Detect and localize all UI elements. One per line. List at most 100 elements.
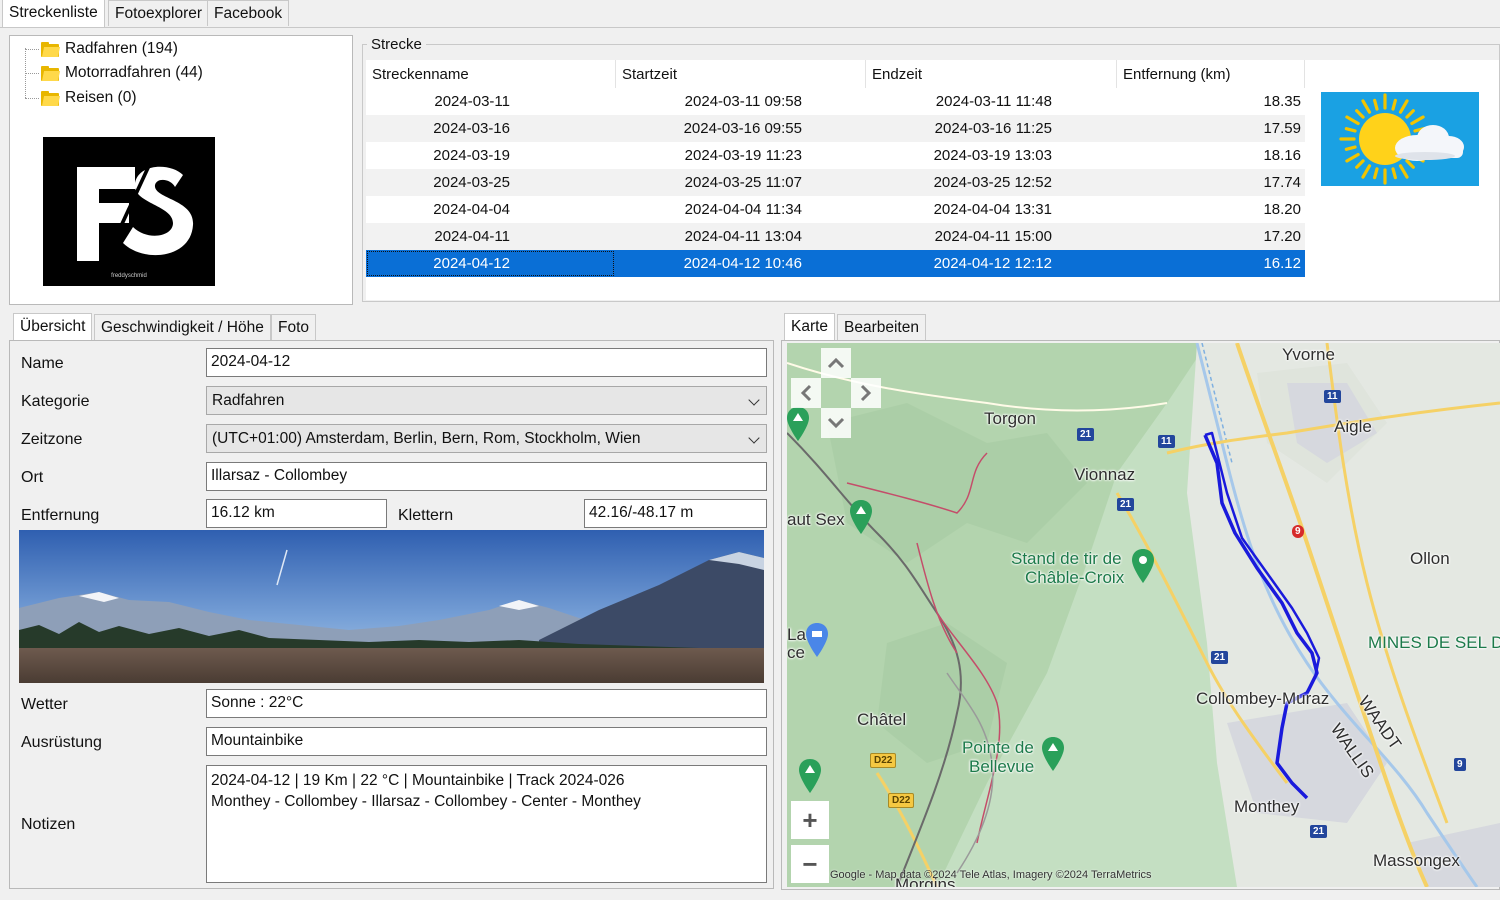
- map-attribution: Google - Map data ©2024 Tele Atlas, Imag…: [830, 869, 1152, 881]
- map-pin-icon[interactable]: [804, 623, 830, 657]
- table-row[interactable]: 2024-04-12 2024-04-12 10:46 2024-04-12 12:…: [366, 250, 1305, 277]
- notizen-label: Notizen: [21, 816, 76, 833]
- notizen-line: Monthey - Collombey - Illarsaz - Collomb…: [211, 793, 641, 810]
- map-pin-icon[interactable]: [797, 759, 823, 793]
- road-number: D22: [870, 753, 897, 768]
- focus-rectangle: [367, 251, 614, 276]
- tree-item-label: Radfahren (194): [65, 40, 178, 57]
- tree-item-reisen[interactable]: Reisen (0): [41, 87, 137, 109]
- map-place-label: Châble-Croix: [1025, 568, 1125, 587]
- cell-endzeit: 2024-04-11 15:00: [934, 228, 1052, 245]
- cell-streckenname: 2024-04-04: [433, 201, 510, 218]
- ausruestung-label: Ausrüstung: [21, 734, 102, 751]
- cell-endzeit: 2024-04-04 13:31: [933, 201, 1052, 218]
- entfernung-field[interactable]: 16.12 km: [206, 499, 387, 528]
- pan-down-icon[interactable]: [821, 408, 851, 438]
- folder-icon: [41, 65, 61, 81]
- column-header-startzeit[interactable]: Startzeit: [616, 60, 866, 88]
- tab-facebook[interactable]: Facebook: [207, 0, 290, 26]
- cell-entfernung: 18.35: [1263, 93, 1301, 110]
- map-place-label: aut Sex: [787, 510, 845, 529]
- ort-field[interactable]: Illarsaz - Collombey: [206, 462, 767, 491]
- map-place-label: Châtel: [857, 710, 907, 729]
- cell-endzeit: 2024-03-19 13:03: [933, 147, 1052, 164]
- map-pin-icon[interactable]: [1130, 549, 1156, 583]
- ausruestung-field[interactable]: Mountainbike: [206, 727, 767, 756]
- map-place-label: Torgon: [984, 409, 1036, 428]
- strecke-group-title: Strecke: [367, 36, 426, 53]
- road-number: D22: [888, 793, 915, 808]
- cell-streckenname: 2024-03-25: [433, 174, 510, 191]
- wetter-field[interactable]: Sonne : 22°C: [206, 689, 767, 718]
- cell-entfernung: 17.59: [1263, 120, 1301, 137]
- zoom-out-button[interactable]: −: [791, 845, 829, 883]
- tree-line: [25, 49, 39, 50]
- tab-fotoexplorer[interactable]: Fotoexplorer: [108, 0, 210, 26]
- cell-endzeit: 2024-03-25 12:52: [933, 174, 1052, 191]
- notizen-textarea[interactable]: 2024-04-12 | 19 Km | 22 °C | Mountainbik…: [206, 765, 767, 883]
- cell-endzeit: 2024-03-11 11:48: [935, 93, 1052, 110]
- road-number: 21: [1117, 498, 1135, 511]
- tab-karte[interactable]: Karte: [784, 313, 836, 341]
- cell-entfernung: 16.12: [1263, 255, 1301, 272]
- tree-line: [25, 73, 39, 74]
- chevron-down-icon: [748, 432, 760, 444]
- cell-streckenname: 2024-03-11: [434, 93, 510, 110]
- road-number: 21: [1211, 651, 1229, 664]
- map-pin-icon[interactable]: [848, 500, 874, 534]
- zoom-in-button[interactable]: +: [791, 801, 829, 839]
- map-pin-icon[interactable]: [1040, 737, 1066, 771]
- map-place-label: Monthey: [1234, 797, 1300, 816]
- tab-uebersicht[interactable]: Übersicht: [13, 313, 93, 341]
- cell-startzeit: 2024-04-11 13:04: [684, 228, 802, 245]
- cell-entfernung: 17.74: [1263, 174, 1301, 191]
- cell-startzeit: 2024-04-12 10:46: [683, 255, 802, 272]
- pan-up-icon[interactable]: [821, 348, 851, 378]
- map-place-label: Massongex: [1373, 851, 1460, 870]
- tree-item-label: Motorradfahren (44): [65, 64, 203, 81]
- cell-entfernung: 18.20: [1263, 201, 1301, 218]
- tab-streckenliste[interactable]: Streckenliste: [2, 0, 105, 27]
- table-row[interactable]: 2024-04-04 2024-04-04 11:34 2024-04-04 13:…: [366, 196, 1305, 223]
- table-row[interactable]: 2024-04-11 2024-04-11 13:04 2024-04-11 15:…: [366, 223, 1305, 250]
- weather-sun-cloud-icon: [1321, 92, 1479, 186]
- cell-endzeit: 2024-04-12 12:12: [933, 255, 1052, 272]
- chevron-down-icon: [748, 394, 760, 406]
- table-row[interactable]: 2024-03-19 2024-03-19 11:23 2024-03-19 13:…: [366, 142, 1305, 169]
- tree-item-radfahren[interactable]: Radfahren (194): [41, 38, 178, 60]
- kategorie-select[interactable]: Radfahren: [206, 386, 767, 415]
- tab-bearbeiten[interactable]: Bearbeiten: [837, 314, 926, 340]
- map-pin-icon[interactable]: [787, 407, 809, 441]
- wetter-label: Wetter: [21, 696, 68, 713]
- column-header-streckenname[interactable]: Streckenname: [366, 60, 616, 88]
- kategorie-label: Kategorie: [21, 393, 90, 410]
- map-place-label: Collombey-Muraz: [1196, 689, 1330, 708]
- map-place-label: Pointe de: [962, 738, 1034, 757]
- column-header-endzeit[interactable]: Endzeit: [866, 60, 1117, 88]
- cell-startzeit: 2024-04-04 11:34: [684, 201, 802, 218]
- fs-logo-graphic: [77, 157, 194, 265]
- map-view[interactable]: Yvorne Aigle Torgon Vionnaz aut Sex Stan…: [787, 343, 1500, 887]
- tab-foto[interactable]: Foto: [271, 314, 317, 340]
- cell-startzeit: 2024-03-11 09:58: [684, 93, 802, 110]
- table-row[interactable]: 2024-03-11 2024-03-11 09:58 2024-03-11 11:…: [366, 88, 1305, 115]
- cell-startzeit: 2024-03-25 11:07: [684, 174, 802, 191]
- column-header-entfernung[interactable]: Entfernung (km): [1117, 60, 1305, 88]
- name-field[interactable]: 2024-04-12: [206, 348, 767, 377]
- map-place-label: Yvorne: [1282, 345, 1335, 364]
- road-number: 21: [1077, 428, 1095, 441]
- pan-right-icon[interactable]: [851, 378, 881, 408]
- tab-geschwindigkeit-hoehe[interactable]: Geschwindigkeit / Höhe: [94, 314, 271, 340]
- zeitzone-select[interactable]: (UTC+01:00) Amsterdam, Berlin, Bern, Rom…: [206, 424, 767, 453]
- tree-item-motorradfahren[interactable]: Motorradfahren (44): [41, 62, 203, 84]
- folder-icon: [41, 90, 61, 106]
- folder-icon: [41, 41, 61, 57]
- klettern-field[interactable]: 42.16/-48.17 m: [584, 499, 767, 528]
- cell-entfernung: 17.20: [1263, 228, 1301, 245]
- table-row[interactable]: 2024-03-16 2024-03-16 09:55 2024-03-16 11:…: [366, 115, 1305, 142]
- table-row[interactable]: 2024-03-25 2024-03-25 11:07 2024-03-25 12:…: [366, 169, 1305, 196]
- pan-left-icon[interactable]: [791, 378, 821, 408]
- cell-streckenname: 2024-03-16: [433, 120, 510, 137]
- cell-startzeit: 2024-03-19 11:23: [684, 147, 802, 164]
- map-place-label: Ollon: [1410, 549, 1450, 568]
